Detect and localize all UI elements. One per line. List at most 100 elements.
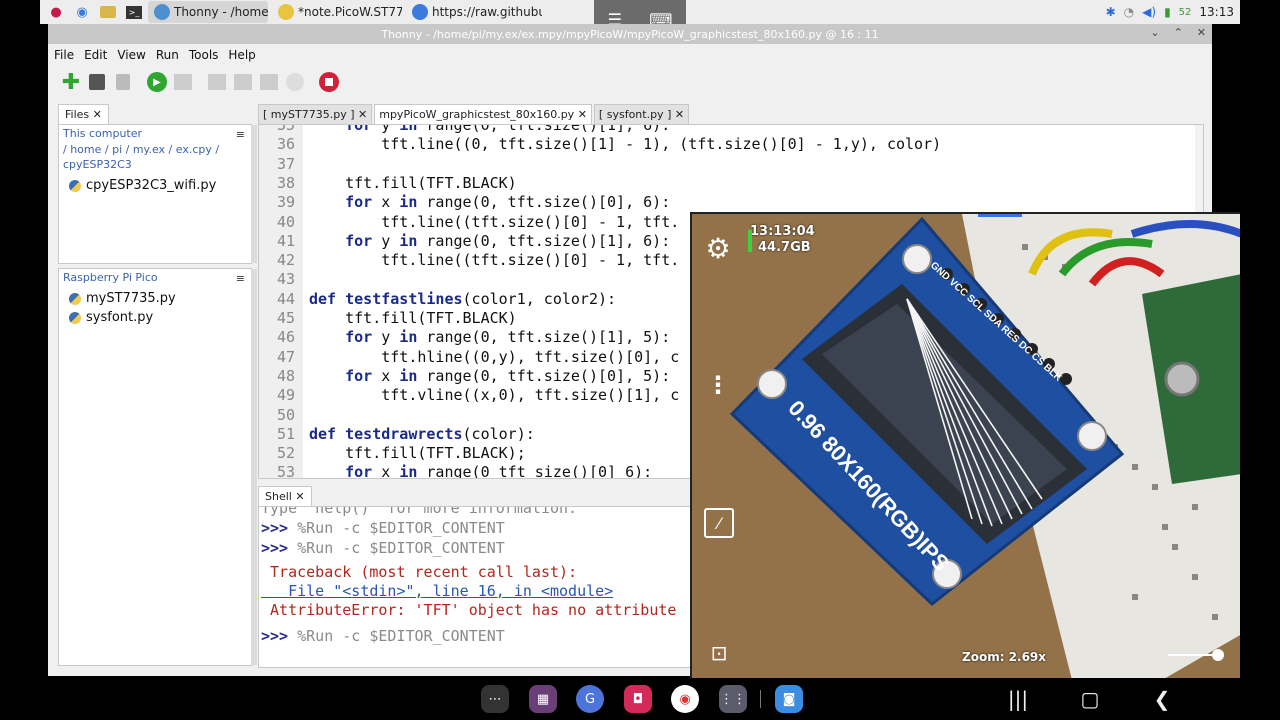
- menu-edit[interactable]: Edit: [84, 48, 107, 62]
- stop-button[interactable]: [318, 71, 340, 93]
- minimize-icon[interactable]: ⌄: [1150, 26, 1159, 39]
- system-tray: ✱ ◔ ◀) ▮ 52 13:13: [1106, 0, 1234, 24]
- browser-icon[interactable]: ◉: [72, 3, 92, 21]
- python-file-icon: [69, 292, 81, 305]
- code-line[interactable]: 36 tft.line((0, tft.size()[1] - 1), (tft…: [259, 135, 1203, 154]
- code-text: for x in range(0, tft.size()[0], 5):: [345, 366, 671, 385]
- section-menu-icon[interactable]: ≡: [236, 128, 245, 141]
- app-screen-recorder-icon[interactable]: ◘: [624, 685, 652, 713]
- keyword: in: [399, 193, 418, 212]
- files-pane: Files ✕ This computer ≡ / home / pi / my.…: [56, 104, 257, 668]
- step-out-button[interactable]: [258, 71, 280, 93]
- maximize-icon[interactable]: ⌃: [1174, 26, 1183, 39]
- open-file-button[interactable]: [86, 71, 108, 93]
- new-file-button[interactable]: ✚: [60, 70, 82, 95]
- this-computer-section: This computer ≡ / home / pi / my.ex / ex.…: [58, 124, 257, 264]
- menu-view[interactable]: View: [117, 48, 145, 62]
- recent-apps-icon[interactable]: |||: [1004, 686, 1032, 712]
- shell-line: AttributeError: 'TFT' object has no attr…: [261, 601, 676, 620]
- device-screen: ● ◉ >_ Thonny - /home/pi/... *note.PicoW…: [0, 0, 1280, 720]
- resume-button[interactable]: [284, 71, 306, 93]
- code-text: for x in range(0, tft.size()[0], 6):: [345, 193, 671, 212]
- folder-icon[interactable]: [98, 3, 118, 21]
- shell-tab[interactable]: Shell ✕: [258, 486, 312, 506]
- code-line[interactable]: 38 tft.fill(TFT.BLACK): [259, 174, 1203, 193]
- code-line[interactable]: 37: [259, 155, 1203, 174]
- keyword: for: [345, 193, 373, 212]
- storage-indicator: [748, 230, 752, 252]
- tab-graphicstest[interactable]: mpyPicoW_graphicstest_80x160.py ✕: [374, 104, 592, 124]
- scrollbar[interactable]: [251, 125, 257, 263]
- shell-line: Type "help()" for more information.: [261, 507, 577, 518]
- code-text: tft.fill(TFT.BLACK): [309, 309, 517, 327]
- traceback-link[interactable]: File "<stdin>", line 16, in <module>: [261, 582, 613, 600]
- toolbar: ✚ ▶: [48, 66, 1212, 98]
- tab-myst7735[interactable]: [ myST7735.py ] ✕: [258, 104, 373, 124]
- shell-line: >>> %Run -c $EDITOR_CONTENT: [261, 627, 505, 646]
- task-browser[interactable]: https://raw.githubuser...: [406, 1, 542, 23]
- task-note[interactable]: *note.PicoW.ST7735_...: [272, 1, 402, 23]
- edit-photo-icon[interactable]: ⁄: [704, 508, 734, 538]
- raspberry-menu-icon[interactable]: ●: [46, 3, 66, 21]
- section-menu-icon[interactable]: ≡: [236, 272, 245, 285]
- files-tab[interactable]: Files ✕: [58, 104, 109, 124]
- app-camera-icon[interactable]: ◙: [775, 685, 803, 713]
- close-icon[interactable]: ✕: [1197, 26, 1206, 39]
- run-button[interactable]: ▶: [146, 71, 168, 93]
- file-item[interactable]: cpyESP32C3_wifi.py: [59, 176, 251, 195]
- volume-icon[interactable]: ◀): [1142, 5, 1156, 19]
- save-file-button[interactable]: [112, 71, 134, 93]
- step-into-button[interactable]: [232, 71, 254, 93]
- file-item[interactable]: myST7735.py: [59, 289, 251, 308]
- menu-run[interactable]: Run: [156, 48, 179, 62]
- tab-sysfont[interactable]: [ sysfont.py ] ✕: [593, 104, 690, 124]
- zoom-slider[interactable]: [1168, 649, 1225, 661]
- menu-help[interactable]: Help: [228, 48, 255, 62]
- step-over-button[interactable]: [206, 71, 228, 93]
- code-text: tft.line((tft.size()[0] - 1, tft.: [309, 251, 680, 270]
- path-breadcrumb[interactable]: / home / pi / my.ex / ex.cpy /: [59, 142, 251, 157]
- editor-tabs: [ myST7735.py ] ✕ mpyPicoW_graphicstest_…: [258, 104, 690, 124]
- app-chrome-icon[interactable]: ◉: [671, 685, 699, 713]
- bluetooth-icon[interactable]: ✱: [1106, 5, 1116, 19]
- keyword: for: [345, 231, 373, 250]
- code-text: for y in range(0, tft.size()[1], 6):: [345, 231, 671, 250]
- app-launcher-icon[interactable]: ⋯: [481, 685, 509, 713]
- terminal-icon[interactable]: >_: [124, 3, 144, 21]
- drag-handle[interactable]: [978, 214, 1022, 217]
- wifi-icon[interactable]: ◔: [1124, 5, 1134, 19]
- home-icon[interactable]: ▢: [1076, 686, 1104, 712]
- menu-tools[interactable]: Tools: [189, 48, 219, 62]
- path-breadcrumb-tail[interactable]: cpyESP32C3: [59, 157, 251, 172]
- chromium-icon: [412, 4, 428, 20]
- this-computer-header: This computer ≡: [63, 127, 245, 141]
- shell-text: AttributeError: 'TFT' object has no attr…: [261, 601, 677, 619]
- shell-text: %Run -c $EDITOR_CONTENT: [288, 627, 505, 645]
- line-number: 41: [276, 231, 295, 250]
- camera-preview[interactable]: 0.96 80X160(RGB)IPS GND VCC SCL SDA RES …: [690, 212, 1240, 678]
- android-nav-bar: ⋯ ▦ G ◘ ◉ ⋮⋮ ◙ ||| ▢ ❮: [0, 678, 1280, 720]
- keyword: for: [345, 366, 373, 385]
- shell-line: >>> %Run -c $EDITOR_CONTENT: [261, 519, 505, 538]
- lock-rotate-icon[interactable]: ⊡: [706, 640, 732, 666]
- app-drawer-icon[interactable]: ⋮⋮: [719, 685, 747, 713]
- more-options-icon[interactable]: ⋮: [706, 369, 730, 401]
- line-number: 39: [276, 193, 295, 212]
- back-icon[interactable]: ❮: [1148, 686, 1176, 712]
- debug-button[interactable]: [172, 71, 194, 93]
- code-line[interactable]: 39 for x in range(0, tft.size()[0], 6):: [259, 193, 1203, 212]
- pico-header: Raspberry Pi Pico ≡: [63, 271, 245, 285]
- menu-file[interactable]: File: [54, 48, 74, 62]
- app-multi-window-icon[interactable]: ▦: [529, 685, 557, 713]
- settings-gear-icon[interactable]: ⚙: [702, 232, 734, 265]
- code-text: def testfastlines(color1, color2):: [309, 289, 617, 308]
- code-line[interactable]: 35 for y in range(0, tft.size()[1], 6):: [259, 125, 1203, 135]
- file-item[interactable]: sysfont.py: [59, 308, 251, 327]
- task-thonny[interactable]: Thonny - /home/pi/...: [148, 1, 268, 23]
- code-text: for y in range(0, tft.size()[1], 6):: [309, 125, 670, 135]
- battery-icon[interactable]: ▮: [1164, 5, 1171, 19]
- app-translate-icon[interactable]: G: [576, 685, 604, 713]
- keyword: def: [309, 289, 337, 308]
- line-number: 40: [276, 212, 295, 231]
- scrollbar[interactable]: [251, 269, 257, 665]
